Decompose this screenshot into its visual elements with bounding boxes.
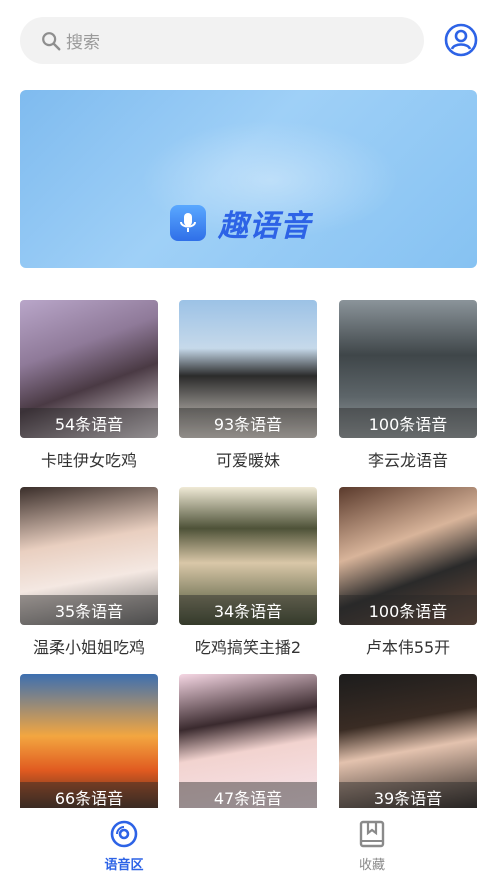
- banner-logo: 趣语音: [170, 201, 311, 245]
- search-placeholder: 搜索: [66, 33, 100, 53]
- voice-pack-card[interactable]: 34条语音 吃鸡搞笑主播2: [179, 487, 317, 658]
- voice-pack-thumbnail: 39条语音: [339, 674, 477, 812]
- voice-disc-icon: [110, 820, 138, 848]
- voice-pack-thumbnail: 47条语音: [179, 674, 317, 812]
- voice-pack-card[interactable]: 47条语音: [179, 674, 317, 812]
- voice-pack-name: 卢本伟55开: [365, 638, 451, 657]
- voice-pack-thumbnail: 100条语音: [339, 300, 477, 438]
- voice-pack-name: 李云龙语音: [367, 451, 448, 470]
- tab-label: 语音区: [104, 858, 144, 873]
- promo-banner[interactable]: 趣语音: [20, 90, 477, 268]
- search-bar[interactable]: 搜索: [20, 17, 424, 64]
- voice-pack-name: 卡哇伊女吃鸡: [40, 451, 137, 470]
- voice-pack-card[interactable]: 100条语音 卢本伟55开: [339, 487, 477, 658]
- voice-pack-thumbnail: 66条语音: [20, 674, 158, 812]
- voice-pack-thumbnail: 93条语音: [179, 300, 317, 438]
- bottom-tab-bar: 语音区 收藏: [0, 808, 497, 883]
- top-bar: 搜索: [0, 0, 497, 80]
- voice-pack-card[interactable]: 100条语音 李云龙语音: [339, 300, 477, 471]
- voice-count-badge: 54条语音: [20, 408, 158, 438]
- voice-count-badge: 35条语音: [20, 595, 158, 625]
- voice-pack-name: 温柔小姐姐吃鸡: [32, 638, 145, 657]
- voice-pack-thumbnail: 100条语音: [339, 487, 477, 625]
- profile-icon[interactable]: [444, 23, 478, 57]
- voice-count-badge: 93条语音: [179, 408, 317, 438]
- tab-label: 收藏: [358, 858, 385, 873]
- banner-brand: 趣语音: [218, 209, 311, 244]
- voice-pack-thumbnail: 35条语音: [20, 487, 158, 625]
- voice-count-badge: 100条语音: [339, 408, 477, 438]
- microphone-icon: [170, 205, 206, 241]
- voice-pack-thumbnail: 34条语音: [179, 487, 317, 625]
- voice-pack-name: 可爱暖妹: [215, 451, 280, 470]
- voice-pack-card[interactable]: 39条语音: [339, 674, 477, 812]
- search-icon: [42, 31, 61, 50]
- voice-count-badge: 34条语音: [179, 595, 317, 625]
- voice-count-badge: 100条语音: [339, 595, 477, 625]
- tab-voice-zone[interactable]: 语音区: [84, 820, 164, 873]
- voice-pack-name: 吃鸡搞笑主播2: [194, 638, 302, 657]
- voice-pack-card[interactable]: 93条语音 可爱暖妹: [179, 300, 317, 471]
- voice-pack-thumbnail: 54条语音: [20, 300, 158, 438]
- tab-favorites[interactable]: 收藏: [332, 820, 412, 873]
- voice-pack-card[interactable]: 35条语音 温柔小姐姐吃鸡: [20, 487, 158, 658]
- voice-pack-card[interactable]: 66条语音: [20, 674, 158, 812]
- voice-pack-card[interactable]: 54条语音 卡哇伊女吃鸡: [20, 300, 158, 471]
- bookmark-icon: [359, 820, 385, 848]
